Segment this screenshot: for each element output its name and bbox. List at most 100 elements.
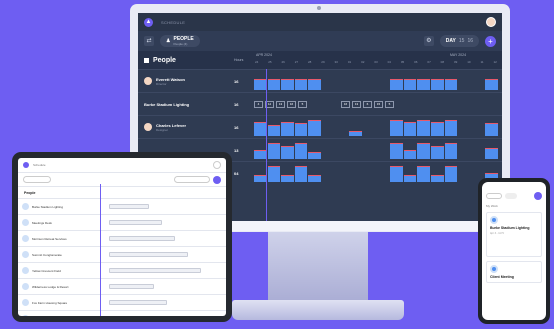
- people-filter[interactable]: ♟ PEOPLE People (4): [160, 35, 200, 47]
- allocation-bar[interactable]: [294, 79, 308, 90]
- swap-icon[interactable]: ⇄: [144, 36, 154, 46]
- schedule-row[interactable]: Burke Stadium Lighting 16 4 12 13 16 5 16 13 6 15 5: [138, 92, 502, 115]
- allocation-bar[interactable]: [294, 142, 308, 159]
- allocation-bar[interactable]: [444, 165, 458, 182]
- allocation-bar[interactable]: [485, 123, 498, 136]
- day-label[interactable]: 09: [454, 60, 457, 64]
- allocation-bar[interactable]: [430, 79, 444, 90]
- day-label[interactable]: 26: [281, 60, 284, 64]
- allocation-bar[interactable]: [308, 174, 322, 182]
- day-label[interactable]: 01: [348, 60, 351, 64]
- tablet-row[interactable]: Summit Conglomerate: [18, 246, 226, 262]
- allocation-bar[interactable]: [444, 119, 458, 136]
- allocation-bar[interactable]: [403, 150, 417, 159]
- allocation-bar[interactable]: [403, 121, 417, 136]
- allocation-bar[interactable]: [444, 142, 458, 159]
- day-label[interactable]: 10: [467, 60, 470, 64]
- day-label[interactable]: 24: [255, 60, 258, 64]
- allocation-bar[interactable]: [281, 121, 294, 136]
- allocation-bar[interactable]: [444, 79, 458, 90]
- allocation-bar[interactable]: [417, 79, 430, 90]
- tablet-row[interactable]: Whispering Willow Gardens: [18, 310, 226, 316]
- view-selector[interactable]: [174, 176, 210, 183]
- task-hours[interactable]: 13: [352, 100, 361, 108]
- allocation-bar[interactable]: [430, 174, 444, 182]
- allocation-bar[interactable]: [308, 151, 322, 159]
- day-label[interactable]: 05: [401, 60, 404, 64]
- day-label[interactable]: 04: [388, 60, 391, 64]
- add-button[interactable]: [213, 175, 221, 184]
- allocation-bar[interactable]: [390, 79, 403, 90]
- allocation-bar[interactable]: [430, 121, 444, 136]
- allocation-bar[interactable]: [390, 165, 403, 182]
- allocation-bar[interactable]: [267, 125, 281, 136]
- task-hours[interactable]: 4: [254, 100, 263, 108]
- task-hours[interactable]: 5: [298, 100, 307, 108]
- view-selector[interactable]: DAY 15 16: [439, 35, 479, 47]
- allocation-bar[interactable]: [109, 220, 162, 225]
- day-label[interactable]: 28: [308, 60, 311, 64]
- allocation-bar[interactable]: [430, 146, 444, 159]
- allocation-bar[interactable]: [390, 119, 403, 136]
- allocation-bar[interactable]: [281, 146, 294, 159]
- day-label[interactable]: 27: [295, 60, 298, 64]
- day-label[interactable]: 03: [374, 60, 377, 64]
- allocation-bar[interactable]: [403, 174, 417, 182]
- allocation-bar[interactable]: [254, 121, 267, 136]
- allocation-bar[interactable]: [109, 300, 167, 305]
- allocation-bar[interactable]: [267, 142, 281, 159]
- allocation-bar[interactable]: [281, 79, 294, 90]
- allocation-bar[interactable]: [417, 119, 430, 136]
- day-label[interactable]: 29: [321, 60, 324, 64]
- tablet-row[interactable]: Wilderness Lodge & Resort: [18, 278, 226, 294]
- allocation-bar[interactable]: [417, 142, 430, 159]
- settings-icon[interactable]: ⚙: [423, 36, 434, 46]
- allocation-bar[interactable]: [294, 123, 308, 136]
- task-hours[interactable]: 13: [276, 100, 285, 108]
- tablet-row[interactable]: Burke Stadium Lighting: [18, 198, 226, 214]
- task-hours[interactable]: 5: [385, 100, 394, 108]
- phone-tab[interactable]: [505, 193, 517, 199]
- task-hours[interactable]: 6: [363, 100, 372, 108]
- tablet-row[interactable]: Fox Farm Housing Square: [18, 294, 226, 310]
- day-label[interactable]: 30: [335, 60, 338, 64]
- day-label[interactable]: 25: [268, 60, 271, 64]
- allocation-bar[interactable]: [281, 174, 294, 182]
- allocation-bar[interactable]: [294, 165, 308, 182]
- allocation-bar[interactable]: [254, 79, 267, 90]
- tablet-row[interactable]: Yellow Crescent Field: [18, 262, 226, 278]
- day-label[interactable]: 07: [427, 60, 430, 64]
- day-label[interactable]: 08: [441, 60, 444, 64]
- allocation-bar[interactable]: [349, 130, 362, 136]
- project-card[interactable]: Burke Stadium Lighting Apr 3 - 11 Hr: [486, 212, 542, 257]
- allocation-bar[interactable]: [254, 150, 267, 159]
- add-button[interactable]: [534, 192, 542, 200]
- schedule-row[interactable]: Charles Lefever Designer 16: [138, 115, 502, 138]
- allocation-bar[interactable]: [267, 165, 281, 182]
- people-filter[interactable]: [23, 176, 51, 183]
- allocation-bar[interactable]: [390, 142, 403, 159]
- user-avatar[interactable]: [486, 17, 496, 27]
- day-label[interactable]: 11: [480, 60, 483, 64]
- day-label[interactable]: 06: [414, 60, 417, 64]
- tablet-row[interactable]: Meetings Desk: [18, 214, 226, 230]
- app-logo-icon[interactable]: [23, 162, 29, 168]
- allocation-bar[interactable]: [403, 79, 417, 90]
- allocation-bar[interactable]: [485, 79, 498, 90]
- day-label[interactable]: 02: [361, 60, 364, 64]
- allocation-bar[interactable]: [109, 204, 149, 209]
- allocation-bar[interactable]: [267, 79, 281, 90]
- allocation-bar[interactable]: [485, 148, 498, 159]
- task-hours[interactable]: 15: [374, 100, 383, 108]
- phone-tab[interactable]: [486, 193, 502, 199]
- nav-schedule[interactable]: SCHEDULE: [161, 20, 185, 25]
- add-button[interactable]: +: [485, 35, 496, 47]
- allocation-bar[interactable]: [109, 284, 154, 289]
- tablet-row[interactable]: Morrison Retreat Services: [18, 230, 226, 246]
- task-hours[interactable]: 16: [341, 100, 350, 108]
- allocation-bar[interactable]: [308, 79, 322, 90]
- allocation-bar[interactable]: [308, 119, 322, 136]
- allocation-bar[interactable]: [109, 236, 175, 241]
- allocation-bar[interactable]: [417, 165, 430, 182]
- schedule-row[interactable]: Everett Watson Director 16: [138, 69, 502, 92]
